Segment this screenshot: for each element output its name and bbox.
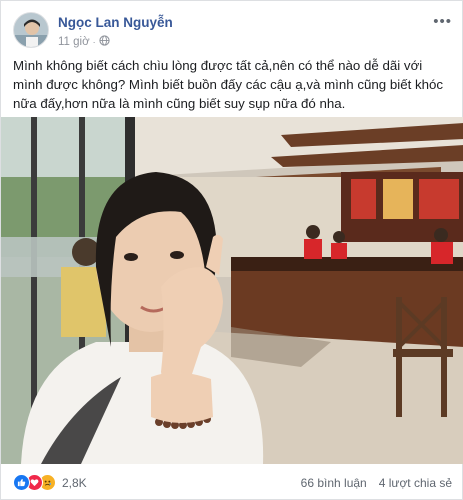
more-options-icon[interactable]: ••• — [433, 13, 452, 30]
post-timestamp[interactable]: 11 giờ — [58, 36, 90, 48]
shares-count-link[interactable]: 4 lượt chia sẻ — [379, 476, 452, 490]
facebook-post-card: Ngọc Lan Nguyễn 11 giờ · ••• Mình không … — [0, 0, 463, 500]
comments-count-link[interactable]: 66 bình luận — [301, 476, 367, 490]
like-icon — [13, 474, 30, 491]
post-text: Mình không biết cách chìu lòng được tất … — [13, 58, 444, 111]
meta-separator: · — [92, 37, 96, 47]
avatar-image — [14, 13, 48, 47]
author-name[interactable]: Ngọc Lan Nguyễn — [58, 15, 173, 30]
globe-icon[interactable] — [98, 35, 110, 49]
post-footer: 2,8K 66 bình luận 4 lượt chia sẻ — [1, 464, 463, 500]
post-photo[interactable] — [1, 117, 463, 464]
reactions-summary[interactable]: 2,8K — [13, 474, 87, 491]
author-avatar[interactable] — [13, 12, 49, 48]
cafe-selfie-image — [1, 117, 463, 464]
reaction-count: 2,8K — [62, 475, 87, 490]
post-meta: 11 giờ · — [58, 35, 110, 49]
